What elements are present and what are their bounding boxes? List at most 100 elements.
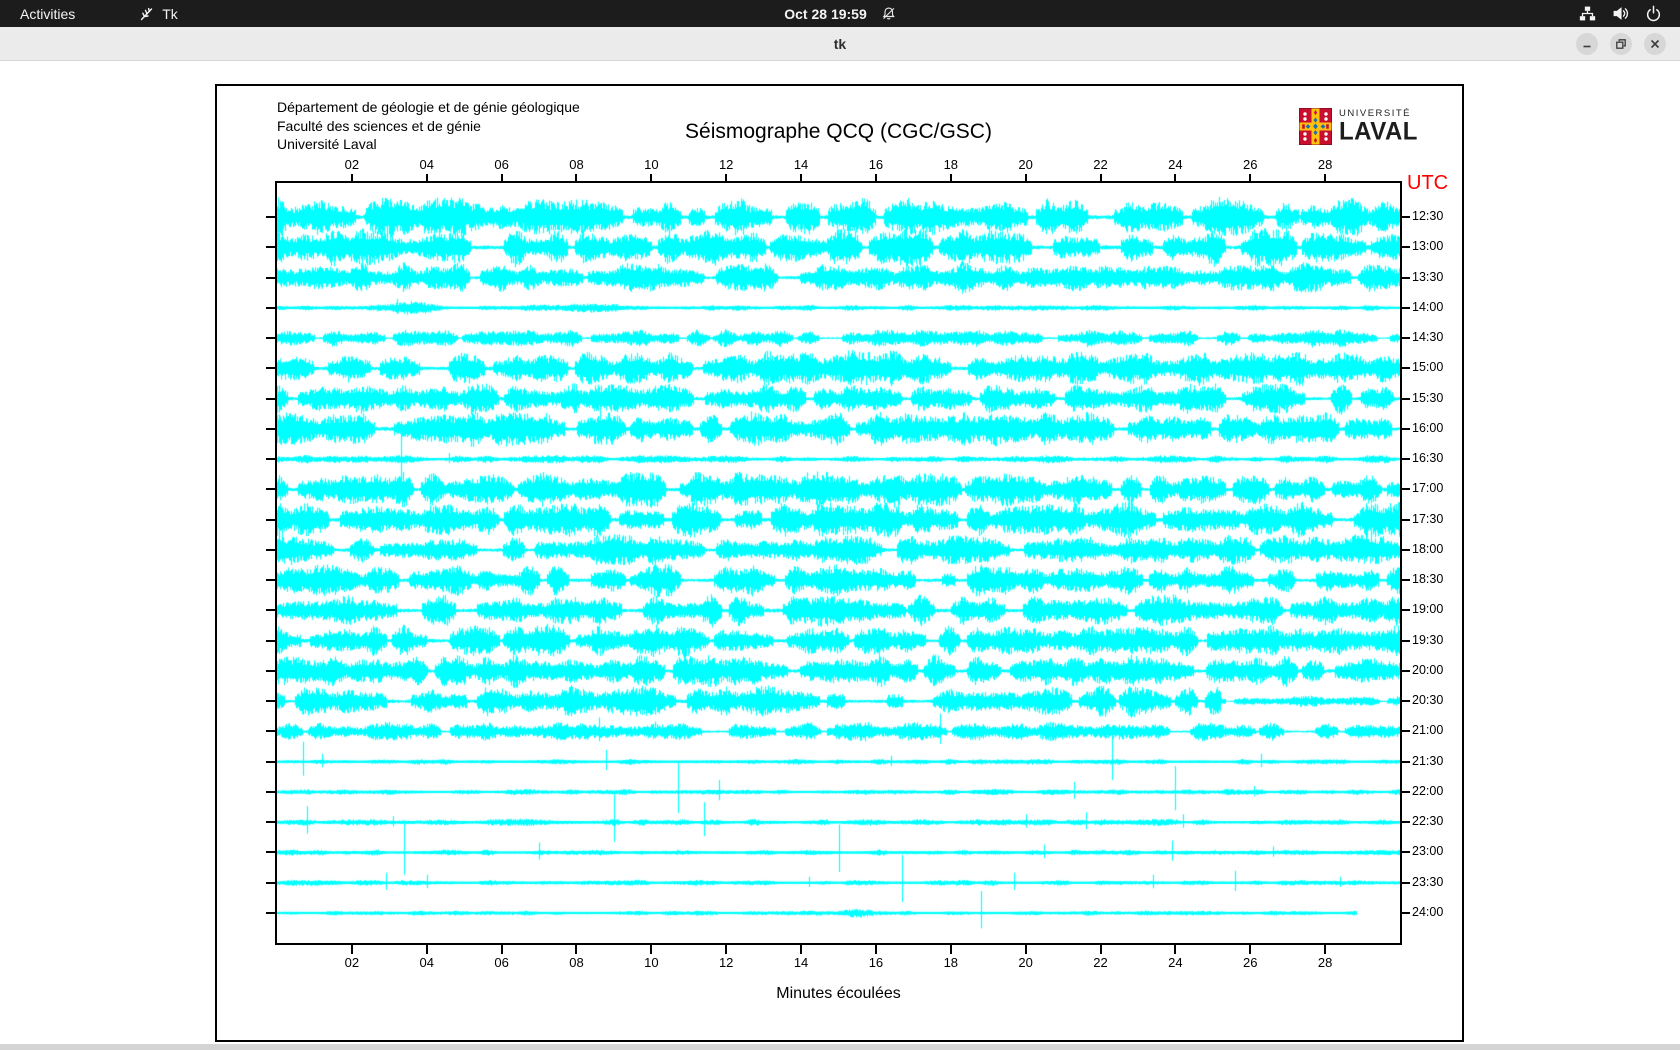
app-menu-button[interactable]: Tk	[127, 0, 190, 27]
utc-tick-label: 18:00	[1412, 542, 1443, 556]
utc-tick	[1402, 216, 1410, 218]
left-tick	[266, 579, 275, 581]
x-tick-label: 18	[936, 157, 966, 172]
utc-tick-label: 19:00	[1412, 602, 1443, 616]
x-tick-label: 14	[786, 157, 816, 172]
x-tick-label: 04	[412, 157, 442, 172]
seismogram-canvas	[277, 183, 1400, 943]
utc-tick-label: 15:30	[1412, 391, 1443, 405]
utc-tick	[1402, 730, 1410, 732]
restore-window-icon	[1615, 38, 1627, 50]
left-tick	[266, 761, 275, 763]
x-tick-label: 22	[1086, 157, 1116, 172]
left-tick	[266, 367, 275, 369]
x-tick-label: 12	[711, 955, 741, 970]
utc-tick	[1402, 912, 1410, 914]
window-title: tk	[0, 27, 1680, 61]
x-tick	[950, 945, 952, 954]
x-tick-label: 12	[711, 157, 741, 172]
x-tick	[1324, 174, 1326, 183]
left-tick	[266, 640, 275, 642]
x-tick-label: 06	[487, 955, 517, 970]
x-tick-label: 10	[636, 157, 666, 172]
power-icon	[1645, 5, 1662, 22]
minimize-button[interactable]	[1576, 33, 1598, 55]
x-tick	[426, 945, 428, 954]
university-laval-logo: UNIVERSITÉ LAVAL	[1299, 108, 1418, 145]
left-tick	[266, 458, 275, 460]
utc-tick-label: 16:30	[1412, 451, 1443, 465]
left-tick	[266, 821, 275, 823]
x-tick	[501, 945, 503, 954]
utc-tick-label: 21:00	[1412, 723, 1443, 737]
utc-tick-label: 13:30	[1412, 270, 1443, 284]
x-tick	[1100, 945, 1102, 954]
institution-line-1: Département de géologie et de génie géol…	[277, 99, 580, 115]
x-tick-label: 24	[1160, 157, 1190, 172]
tk-feather-icon	[139, 6, 155, 22]
x-tick	[1025, 945, 1027, 954]
maximize-button[interactable]	[1610, 33, 1632, 55]
left-tick	[266, 670, 275, 672]
x-tick-label: 20	[1011, 157, 1041, 172]
clock-menu[interactable]: Oct 28 19:59	[784, 0, 896, 27]
x-tick-label: 24	[1160, 955, 1190, 970]
minimize-icon	[1581, 38, 1593, 50]
utc-tick	[1402, 277, 1410, 279]
left-tick	[266, 307, 275, 309]
left-tick	[266, 246, 275, 248]
utc-tick-label: 20:00	[1412, 663, 1443, 677]
left-tick	[266, 337, 275, 339]
x-tick-label: 08	[561, 157, 591, 172]
app-menu-label: Tk	[162, 6, 178, 22]
system-status-area[interactable]	[1571, 0, 1670, 27]
utc-tick-label: 20:30	[1412, 693, 1443, 707]
utc-axis-label: UTC	[1407, 172, 1448, 195]
utc-tick	[1402, 640, 1410, 642]
utc-tick	[1402, 761, 1410, 763]
x-tick	[875, 945, 877, 954]
left-tick	[266, 519, 275, 521]
x-tick-label: 18	[936, 955, 966, 970]
left-tick	[266, 730, 275, 732]
x-tick-label: 26	[1235, 955, 1265, 970]
left-tick	[266, 398, 275, 400]
utc-tick-label: 23:30	[1412, 875, 1443, 889]
x-tick-label: 28	[1310, 157, 1340, 172]
left-tick	[266, 277, 275, 279]
laval-shield-icon	[1299, 108, 1332, 145]
x-tick	[800, 174, 802, 183]
top-bar: Activities Tk Oct 28 19:59	[0, 0, 1680, 27]
utc-tick	[1402, 246, 1410, 248]
left-tick	[266, 700, 275, 702]
x-tick	[1174, 945, 1176, 954]
x-tick	[575, 174, 577, 183]
x-tick-label: 20	[1011, 955, 1041, 970]
utc-tick-label: 22:30	[1412, 814, 1443, 828]
x-tick-label: 02	[337, 157, 367, 172]
x-axis-title: Minutes écoulées	[277, 985, 1400, 1003]
utc-tick	[1402, 337, 1410, 339]
x-tick	[875, 174, 877, 183]
close-button[interactable]	[1644, 33, 1666, 55]
utc-tick-label: 19:30	[1412, 633, 1443, 647]
logo-line-laval: LAVAL	[1339, 120, 1418, 145]
utc-tick-label: 14:00	[1412, 300, 1443, 314]
utc-tick-label: 14:30	[1412, 330, 1443, 344]
utc-tick	[1402, 428, 1410, 430]
utc-tick	[1402, 579, 1410, 581]
x-tick-label: 06	[487, 157, 517, 172]
utc-tick	[1402, 851, 1410, 853]
utc-tick-label: 17:30	[1412, 512, 1443, 526]
wired-network-icon	[1579, 5, 1596, 22]
left-tick	[266, 216, 275, 218]
utc-tick-label: 16:00	[1412, 421, 1443, 435]
activities-button[interactable]: Activities	[8, 0, 87, 27]
utc-tick	[1402, 488, 1410, 490]
x-tick-label: 22	[1086, 955, 1116, 970]
utc-tick-label: 23:00	[1412, 844, 1443, 858]
utc-tick	[1402, 549, 1410, 551]
x-tick-label: 28	[1310, 955, 1340, 970]
x-tick-label: 16	[861, 157, 891, 172]
left-tick	[266, 488, 275, 490]
